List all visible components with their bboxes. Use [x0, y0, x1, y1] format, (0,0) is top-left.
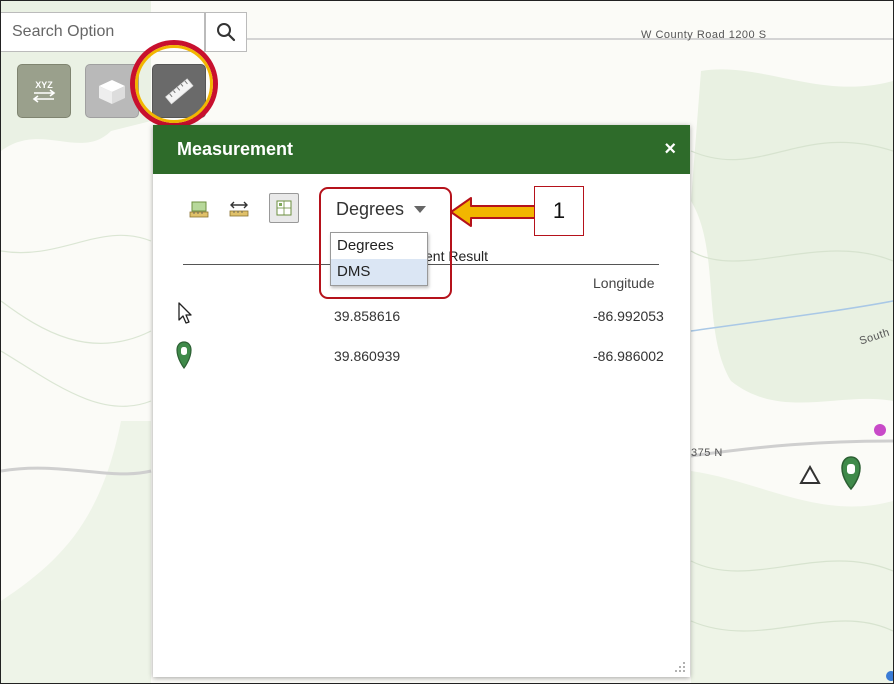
- search-icon: [217, 23, 236, 42]
- area-measure-icon: [189, 201, 209, 218]
- road-label-375n: 375 N: [691, 447, 723, 459]
- column-header-longitude: Longitude: [593, 275, 655, 291]
- row-2-longitude: -86.986002: [593, 348, 664, 364]
- row-1-latitude: 39.858616: [334, 308, 401, 324]
- search-button[interactable]: [205, 12, 247, 52]
- panel-title: Measurement: [177, 139, 294, 159]
- resize-grip-icon[interactable]: [674, 661, 686, 673]
- area-tool-button[interactable]: [186, 195, 212, 221]
- svg-text:XYZ: XYZ: [35, 80, 53, 90]
- map-pin-icon[interactable]: [839, 455, 863, 491]
- close-button[interactable]: ×: [664, 138, 676, 161]
- panel-header: Measurement ×: [153, 125, 690, 174]
- annotation-highlight-box: [319, 187, 452, 299]
- distance-measure-icon: [229, 201, 249, 217]
- location-grid-icon: [276, 200, 292, 216]
- coordinate-tool-button[interactable]: XYZ: [17, 64, 71, 118]
- mouse-pointer-icon: [178, 302, 192, 324]
- annotation-arrow-icon: [450, 197, 536, 227]
- map-frame: W County Road 1200 S 375 N South XYZ: [0, 0, 894, 684]
- search-input[interactable]: [10, 22, 204, 42]
- annotation-highlight-ring-inner: [135, 45, 213, 123]
- annotation-callout: 1: [534, 186, 584, 236]
- layers-icon: [99, 80, 125, 104]
- xyz-coordinates-icon: XYZ: [32, 80, 56, 103]
- road-label-county-road: W County Road 1200 S: [641, 29, 767, 41]
- row-2-latitude: 39.860939: [334, 348, 401, 364]
- row-1-longitude: -86.992053: [593, 308, 664, 324]
- distance-tool-button[interactable]: [226, 195, 252, 221]
- location-tool-button[interactable]: [269, 193, 299, 223]
- map-pin-icon: [176, 341, 192, 369]
- triangle-marker-icon[interactable]: [798, 464, 822, 486]
